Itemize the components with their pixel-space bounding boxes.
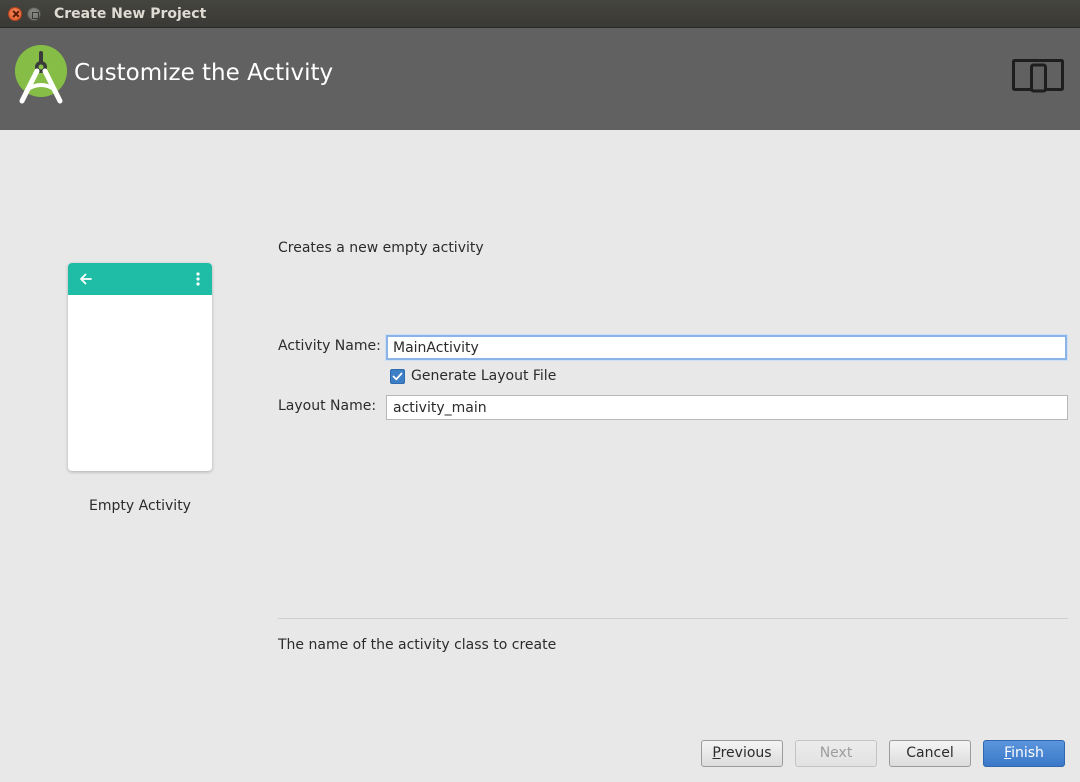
wizard-header: Customize the Activity (0, 28, 1080, 130)
template-description: Creates a new empty activity (278, 240, 484, 256)
more-vert-icon (196, 272, 200, 286)
close-window-button[interactable] (8, 7, 22, 21)
generate-layout-label[interactable]: Generate Layout File (411, 368, 556, 384)
layout-name-input[interactable] (386, 395, 1068, 420)
page-title: Customize the Activity (74, 60, 334, 86)
layout-name-label: Layout Name: (278, 398, 377, 414)
arrow-back-icon (80, 273, 92, 285)
activity-preview (68, 263, 212, 471)
previous-mnemonic: P (712, 745, 721, 761)
minimize-window-button[interactable] (27, 7, 41, 21)
previous-label: revious (720, 745, 772, 761)
generate-layout-checkbox[interactable] (390, 369, 405, 384)
previous-button[interactable]: Previous (701, 740, 783, 767)
activity-name-input[interactable] (386, 335, 1067, 360)
android-studio-logo-icon (15, 45, 67, 104)
template-name: Empty Activity (89, 498, 191, 514)
title-bar: Create New Project (0, 0, 1080, 28)
activity-name-label: Activity Name: (278, 338, 381, 354)
help-divider (278, 618, 1068, 619)
help-text: The name of the activity class to create (278, 637, 557, 653)
cancel-button[interactable]: Cancel (889, 740, 971, 767)
check-icon (392, 372, 403, 381)
next-button[interactable]: Next (795, 740, 877, 767)
device-form-factor-icon (1012, 59, 1064, 93)
finish-label: inish (1011, 745, 1044, 761)
preview-app-bar (68, 263, 212, 295)
window-title: Create New Project (54, 6, 207, 22)
finish-button[interactable]: Finish (983, 740, 1065, 767)
